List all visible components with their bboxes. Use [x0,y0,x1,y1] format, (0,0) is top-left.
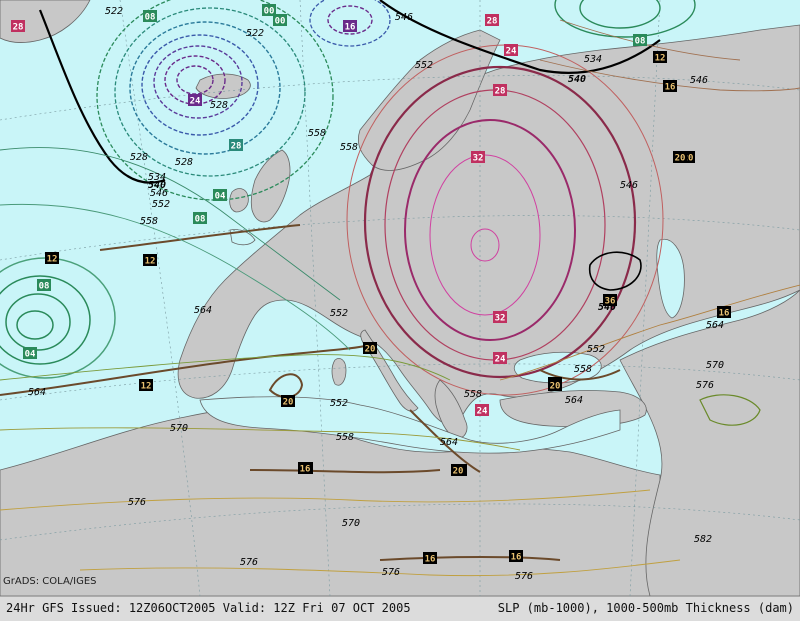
thickness-label: 522 [246,28,264,39]
thickness-label: 570 [342,518,360,529]
thickness-label: 546 [690,75,708,86]
forecast-issue-info: 24Hr GFS Issued: 12Z06OCT2005 Valid: 12Z… [6,601,411,615]
thickness-label: 546 [395,12,413,23]
thickness-label: 528 [210,100,228,111]
thickness-label: 552 [330,308,348,319]
thickness-label: 558 [340,142,358,153]
map-variables-info: SLP (mb-1000), 1000-500mb Thickness (dam… [497,601,794,615]
thickness-label: 570 [170,423,188,434]
thickness-label: 570 [706,360,724,371]
pressure-value: 16 [719,309,730,319]
thickness-label: 558 [308,128,326,139]
pressure-value: 12 [47,255,58,265]
pressure-value: 32 [495,314,506,324]
pressure-value: 08 [145,13,156,23]
pressure-value: 16 [300,465,311,475]
thickness-label: 558 [574,364,592,375]
pressure-value: 12 [141,382,152,392]
pressure-value: 24 [190,97,201,107]
thickness-label: 522 [105,6,123,17]
thickness-label: 576 [240,557,258,568]
pressure-value: 04 [25,350,36,360]
pressure-value: 28 [231,142,242,152]
pressure-value: 00 [275,17,286,27]
pressure-value: 28 [13,23,24,33]
thickness-label: 558 [336,432,354,443]
thickness-label: 534 [584,54,602,65]
pressure-value: 20 [283,398,294,408]
thickness-label: 552 [152,199,170,210]
pressure-value: 12 [655,54,666,64]
land-sardinia [331,358,347,386]
thickness-label: 552 [587,344,605,355]
pressure-value: 20 [365,345,376,355]
pressure-value: 08 [39,282,50,292]
pressure-value: 28 [487,17,498,27]
grads-credit: GrADS: COLA/IGES [3,576,97,587]
pressure-value: 36 [605,297,616,307]
pressure-value: 08 [195,215,206,225]
footer-bar: 24Hr GFS Issued: 12Z06OCT2005 Valid: 12Z… [0,596,800,621]
thickness-label: 576 [515,571,533,582]
pressure-value: 12 [145,257,156,267]
thickness-label: 558 [464,389,482,400]
thickness-label: 576 [128,497,146,508]
thickness-label: 564 [440,437,458,448]
map-canvas: 522 522 528 528 528 534 534 540 540 540 … [0,0,800,597]
pressure-value: 04 [215,192,226,202]
thickness-label: 558 [140,216,158,227]
thickness-label: 576 [382,567,400,578]
pressure-value: 16 [665,83,676,93]
pressure-value: 16 [345,23,356,33]
pressure-value: 24 [506,47,517,57]
pressure-value: 20 [675,154,686,164]
thickness-label: 564 [706,320,724,331]
weather-map: 522 522 528 528 528 534 534 540 540 540 … [0,0,800,621]
thickness-label: 552 [415,60,433,71]
thickness-label: 564 [194,305,212,316]
thickness-label: 546 [150,188,168,199]
thickness-label: 552 [330,398,348,409]
pressure-value: 32 [473,154,484,164]
thickness-label: 540 [568,74,586,85]
thickness-label: 576 [696,380,714,391]
pressure-value: 20 [550,382,561,392]
pressure-value: 16 [425,555,436,565]
pressure-value: 08 [635,37,646,47]
thickness-label: 528 [175,157,193,168]
pressure-value: 24 [477,407,488,417]
pressure-value: 20 [453,467,464,477]
pressure-value: 24 [495,355,506,365]
thickness-label: 582 [694,534,712,545]
pressure-value: 00 [264,7,275,17]
thickness-label: 546 [620,180,638,191]
thickness-label: 528 [130,152,148,163]
thickness-label: 564 [565,395,583,406]
pressure-value: 16 [511,553,522,563]
pressure-value: 28 [495,87,506,97]
thickness-label: 564 [28,387,46,398]
